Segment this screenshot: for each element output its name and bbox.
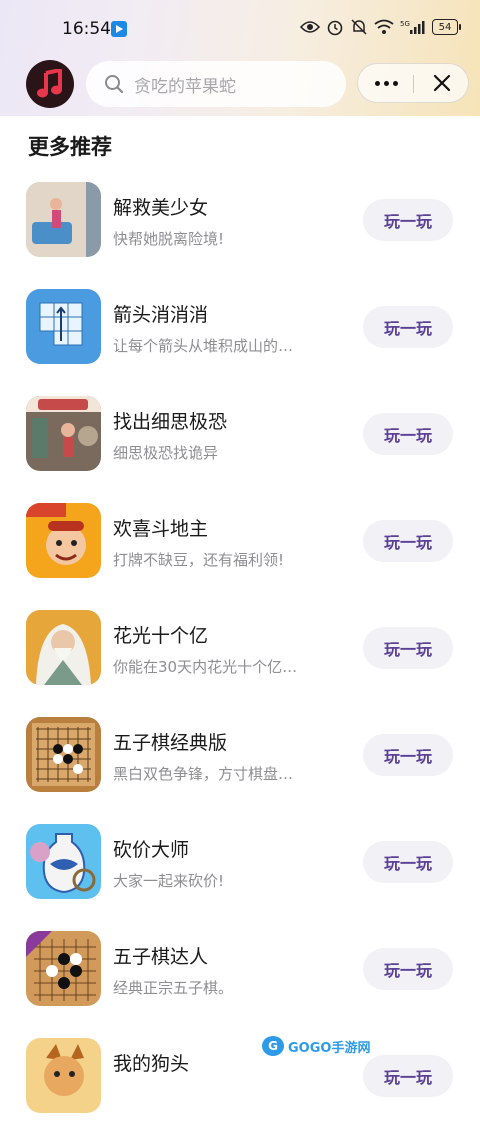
app-logo[interactable]: [26, 60, 74, 108]
game-desc: 打牌不缺豆，还有福利领!: [113, 551, 285, 569]
list-item[interactable]: 五子棋经典版 黑白双色争锋，方寸棋盘… 玩一玩: [0, 708, 480, 815]
status-icons: 5G 54: [300, 18, 461, 36]
game-name: 我的狗头: [113, 1053, 190, 1075]
list-item[interactable]: 找出细思极恐 细思极恐找诡异 玩一玩: [0, 387, 480, 494]
game-thumbnail: [26, 396, 101, 471]
play-button[interactable]: 玩一玩: [363, 1055, 453, 1097]
game-thumbnail: [26, 824, 101, 899]
app-notification-icon: [111, 21, 127, 37]
music-note-icon: [37, 69, 62, 98]
game-desc: 快帮她脱离险境!: [113, 230, 225, 248]
play-button[interactable]: 玩一玩: [363, 306, 453, 348]
mute-icon: [351, 19, 367, 35]
watermark: G GOGO手游网: [262, 1036, 370, 1056]
watermark-text: GOGO手游网: [288, 1040, 371, 1056]
list-item[interactable]: 欢喜斗地主 打牌不缺豆，还有福利领! 玩一玩: [0, 494, 480, 601]
game-name: 花光十个亿: [113, 625, 209, 647]
play-button[interactable]: 玩一玩: [363, 520, 453, 562]
game-desc: 黑白双色争锋，方寸棋盘…: [113, 765, 294, 783]
list-item[interactable]: 五子棋达人 经典正宗五子棋。 玩一玩: [0, 922, 480, 1029]
status-bar: 16:54 5G 54: [0, 0, 480, 58]
section-title: 更多推荐: [28, 135, 112, 159]
game-thumbnail: [26, 1038, 101, 1113]
signal-icon: 5G: [400, 20, 425, 34]
list-item[interactable]: 箭头消消消 让每个箭头从堆积成山的… 玩一玩: [0, 280, 480, 387]
game-name: 五子棋达人: [113, 946, 209, 968]
game-desc: 经典正宗五子棋。: [113, 979, 234, 997]
search-bar[interactable]: 贪吃的苹果蛇: [86, 61, 346, 107]
list-item[interactable]: 砍价大师 大家一起来砍价! 玩一玩: [0, 815, 480, 922]
play-button[interactable]: 玩一玩: [363, 627, 453, 669]
battery-icon: 54: [432, 19, 461, 35]
game-thumbnail: [26, 717, 101, 792]
game-thumbnail: [26, 289, 101, 364]
network-label: 5G: [400, 20, 410, 28]
mini-program-capsule: [357, 63, 469, 103]
eye-icon: [300, 21, 320, 33]
game-desc: 让每个箭头从堆积成山的…: [113, 337, 294, 355]
game-thumbnail: [26, 931, 101, 1006]
more-dots-icon[interactable]: [358, 64, 414, 102]
watermark-badge: G: [262, 1036, 284, 1056]
play-button[interactable]: 玩一玩: [363, 948, 453, 990]
play-button[interactable]: 玩一玩: [363, 734, 453, 776]
top-header: 16:54 5G 54 贪吃的苹果蛇: [0, 0, 480, 116]
game-name: 欢喜斗地主: [113, 518, 209, 540]
game-name: 解救美少女: [113, 197, 209, 219]
game-desc: 你能在30天内花光十个亿…: [113, 658, 298, 676]
close-icon[interactable]: [414, 64, 470, 102]
status-time: 16:54: [62, 19, 111, 39]
game-list: 解救美少女 快帮她脱离险境! 玩一玩 箭头消消消 让每个箭头从堆积成山的… 玩一…: [0, 173, 480, 1136]
alarm-icon: [327, 20, 343, 36]
search-placeholder: 贪吃的苹果蛇: [134, 76, 236, 97]
list-item[interactable]: 解救美少女 快帮她脱离险境! 玩一玩: [0, 173, 480, 280]
game-desc: 细思极恐找诡异: [113, 444, 219, 462]
play-button[interactable]: 玩一玩: [363, 199, 453, 241]
game-desc: 大家一起来砍价!: [113, 872, 225, 890]
game-name: 砍价大师: [113, 839, 190, 861]
game-name: 箭头消消消: [113, 304, 209, 326]
wifi-icon: [374, 19, 394, 34]
game-name: 找出细思极恐: [113, 411, 228, 433]
list-item[interactable]: 我的狗头 玩一玩: [0, 1029, 480, 1136]
list-item[interactable]: 花光十个亿 你能在30天内花光十个亿… 玩一玩: [0, 601, 480, 708]
game-thumbnail: [26, 182, 101, 257]
game-thumbnail: [26, 610, 101, 685]
play-button[interactable]: 玩一玩: [363, 413, 453, 455]
game-name: 五子棋经典版: [113, 732, 228, 754]
play-button[interactable]: 玩一玩: [363, 841, 453, 883]
game-thumbnail: [26, 503, 101, 578]
search-icon: [105, 75, 124, 94]
